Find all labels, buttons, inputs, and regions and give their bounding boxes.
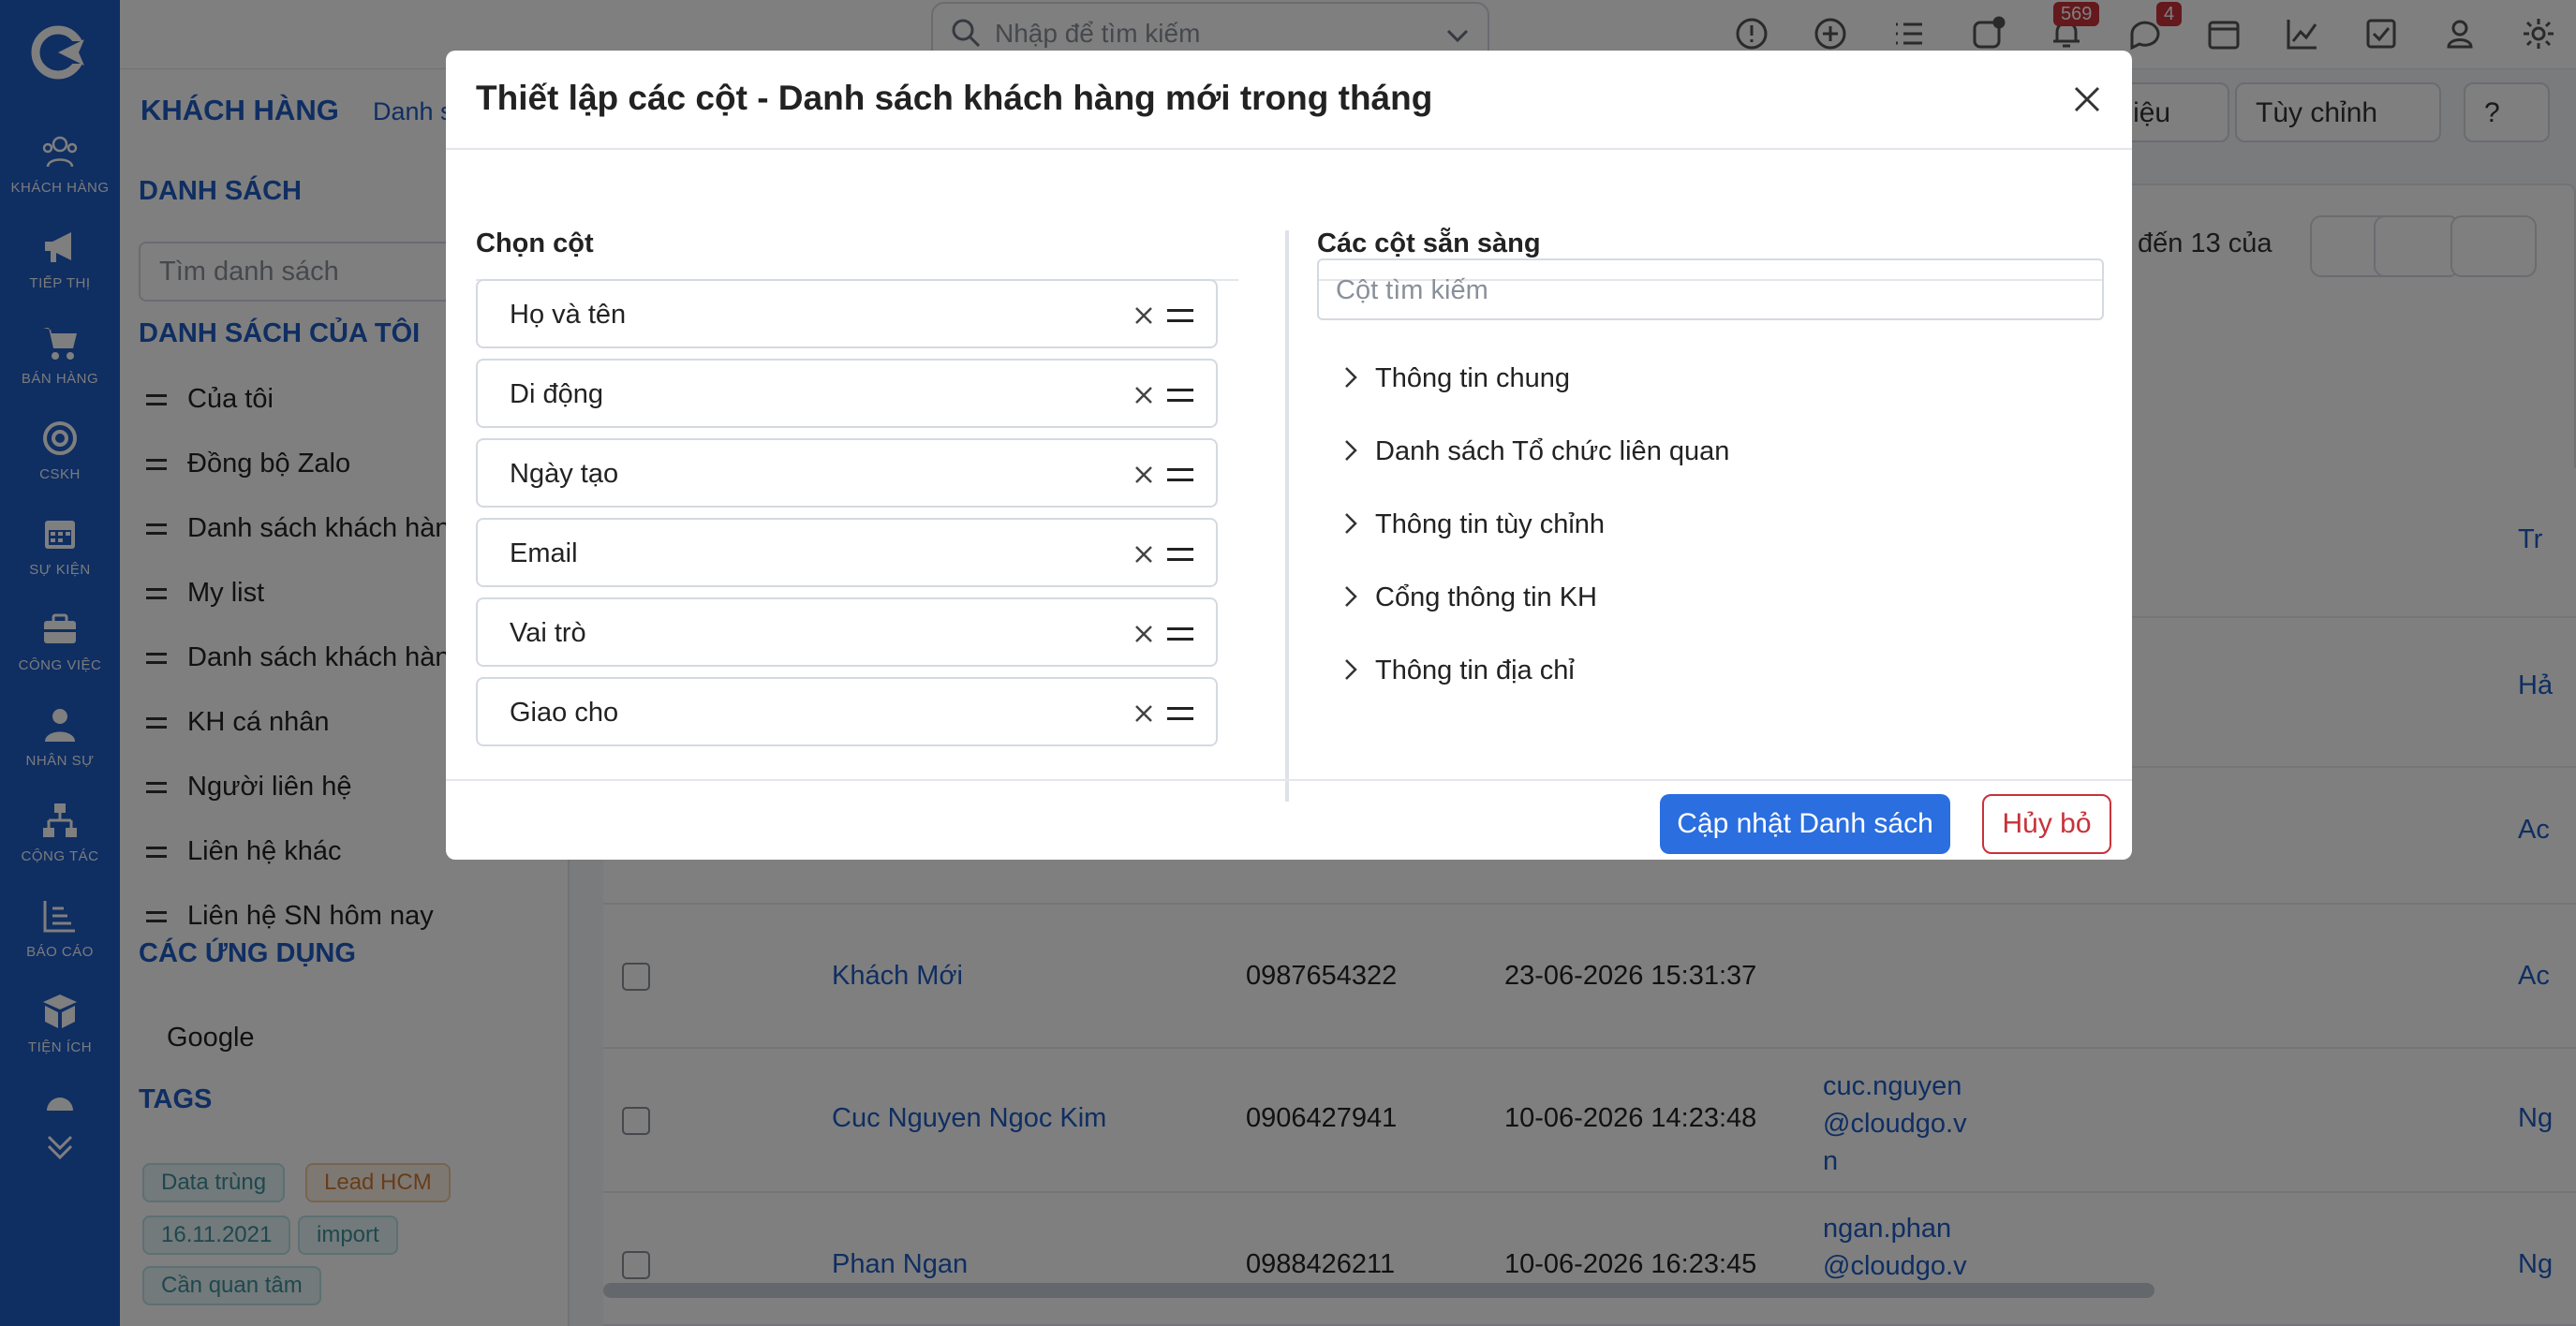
- chevron-right-icon: [1345, 440, 1357, 461]
- drag-handle-icon[interactable]: [1167, 627, 1193, 641]
- dialog-header: Thiết lập các cột - Danh sách khách hàng…: [446, 51, 2132, 150]
- remove-icon[interactable]: [1130, 461, 1158, 489]
- drag-handle-icon[interactable]: [1167, 468, 1193, 481]
- chevron-right-icon: [1345, 659, 1357, 680]
- remove-icon[interactable]: [1130, 700, 1158, 728]
- drag-handle-icon[interactable]: [1167, 389, 1193, 402]
- drag-handle-icon[interactable]: [1167, 707, 1193, 720]
- chevron-right-icon: [1345, 586, 1357, 607]
- column-group-custom[interactable]: Thông tin tùy chỉnh: [1338, 509, 1605, 540]
- dialog-title: Thiết lập các cột - Danh sách khách hàng…: [476, 79, 1433, 117]
- dialog-footer: Cập nhật Danh sách Hủy bỏ: [446, 779, 2132, 860]
- chevron-right-icon: [1345, 367, 1357, 388]
- remove-icon[interactable]: [1130, 302, 1158, 330]
- remove-icon[interactable]: [1130, 540, 1158, 568]
- column-settings-dialog: Thiết lập các cột - Danh sách khách hàng…: [446, 51, 2132, 860]
- cancel-button[interactable]: Hủy bỏ: [1982, 794, 2111, 854]
- remove-icon[interactable]: [1130, 381, 1158, 409]
- chosen-column-chip[interactable]: Email: [476, 518, 1218, 587]
- chosen-column-chip[interactable]: Họ và tên: [476, 279, 1218, 348]
- chevron-right-icon: [1345, 513, 1357, 534]
- chosen-column-chip[interactable]: Giao cho: [476, 677, 1218, 746]
- column-group-portal[interactable]: Cổng thông tin KH: [1338, 582, 1597, 613]
- column-group-related-orgs[interactable]: Danh sách Tổ chức liên quan: [1338, 436, 1729, 467]
- chosen-column-chip[interactable]: Di động: [476, 359, 1218, 428]
- chosen-column-chip[interactable]: Ngày tạo: [476, 438, 1218, 508]
- chosen-column-chip[interactable]: Vai trò: [476, 597, 1218, 667]
- available-columns-heading: Các cột sẵn sàng: [1317, 228, 1541, 258]
- column-group-general[interactable]: Thông tin chung: [1338, 363, 1570, 394]
- close-icon[interactable]: [2068, 81, 2106, 118]
- column-group-address[interactable]: Thông tin địa chỉ: [1338, 656, 1575, 686]
- drag-handle-icon[interactable]: [1167, 548, 1193, 561]
- chosen-columns-list: Họ và tên Di động Ngày tạo Email Vai trò…: [476, 279, 1225, 775]
- remove-icon[interactable]: [1130, 620, 1158, 648]
- column-divider: [1285, 230, 1289, 802]
- drag-handle-icon[interactable]: [1167, 309, 1193, 322]
- update-list-button[interactable]: Cập nhật Danh sách: [1660, 794, 1950, 854]
- chosen-columns-heading: Chọn cột: [476, 228, 594, 258]
- column-search-input[interactable]: Cột tìm kiếm: [1317, 258, 2104, 320]
